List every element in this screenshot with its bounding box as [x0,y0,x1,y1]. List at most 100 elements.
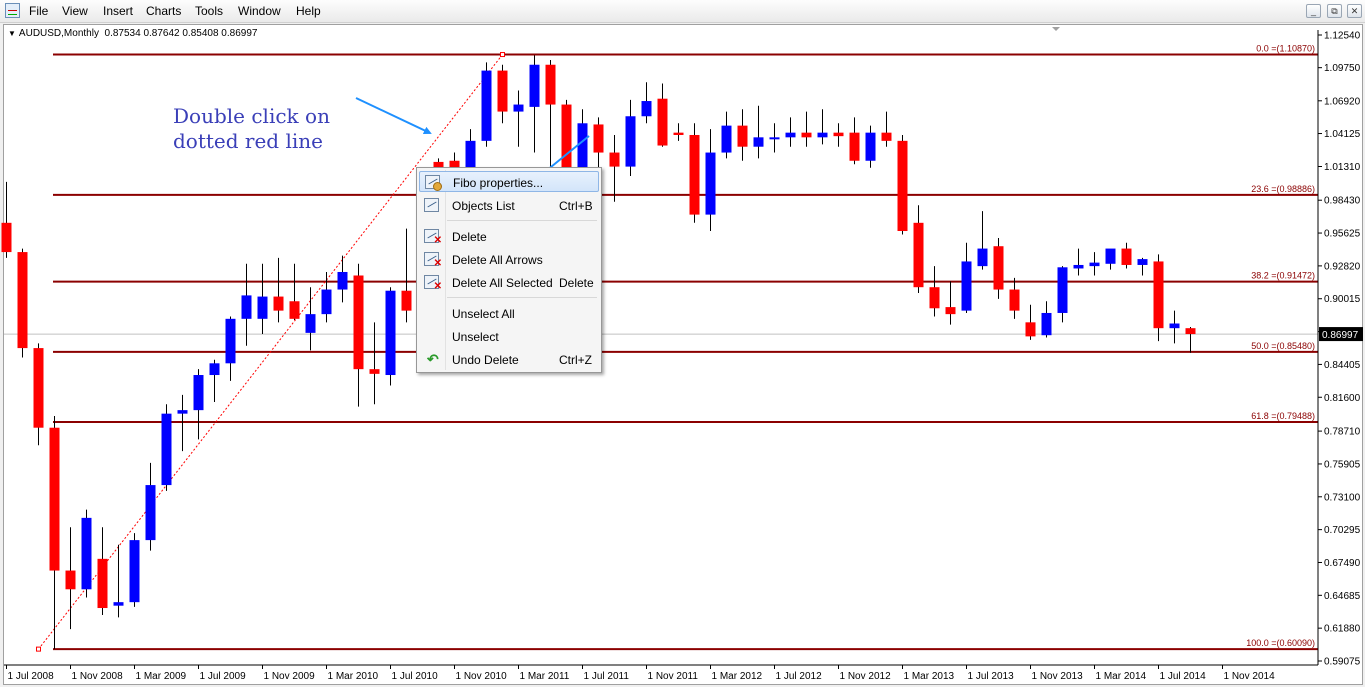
chart-shift-marker [1052,27,1060,31]
chart-header: ▼ AUDUSD,Monthly 0.87534 0.87642 0.85408 … [8,28,257,39]
bull-candle [113,602,124,606]
annotation-line-2: dotted red line [173,129,323,153]
delete-icon: ✕ [424,229,442,246]
time-tick-label: 1 Jul 2009 [200,671,247,682]
menu-item-fibo-properties[interactable]: Fibo properties... [419,171,599,192]
menu-item-delete-all-arrows[interactable]: ✕ Delete All Arrows [419,249,599,270]
price-tick-label: 1.06920 [1324,96,1361,107]
price-tick-label: 0.81600 [1324,393,1361,404]
bear-candle [897,140,908,232]
instruction-annotation: Double click on dotted red line [173,104,330,154]
bear-candle [497,70,508,112]
bull-candle [1105,248,1116,264]
fibo-level-label: 61.8 =(0.79488) [1251,411,1315,421]
bull-candle [193,375,204,411]
price-tick-label: 0.73100 [1324,492,1361,503]
bear-candle [1153,261,1164,329]
menu-item-label: Undo Delete [452,353,519,367]
price-tick-label: 0.90015 [1324,294,1361,305]
time-tick-label: 1 Nov 2013 [1032,671,1084,682]
bull-candle [337,271,348,290]
bear-candle [545,64,556,105]
context-menu: Fibo properties... Objects List Ctrl+B ✕… [416,167,602,373]
bull-candle [145,485,156,541]
fibo-properties-icon [425,175,442,191]
time-tick-label: 1 Nov 2008 [72,671,124,682]
fibo-level-label: 0.0 =(1.10870) [1256,44,1315,54]
bull-candle [257,296,268,319]
menu-item-unselect[interactable]: Unselect [419,326,599,347]
bear-candle [849,132,860,161]
menu-item-unselect-all[interactable]: Unselect All [419,303,599,324]
bear-candle [593,124,604,153]
bear-candle [1185,328,1196,335]
bull-candle [785,132,796,138]
bear-candle [401,290,412,311]
price-tick-label: 0.64685 [1324,591,1361,602]
bull-candle [1057,267,1068,313]
menu-item-label: Delete All Selected [452,276,553,290]
menu-item-objects-list[interactable]: Objects List Ctrl+B [419,195,599,216]
menu-item-label: Unselect All [452,307,515,321]
bull-candle [161,413,172,486]
price-tick-label: 0.78710 [1324,427,1361,438]
bull-candle [241,295,252,319]
bear-candle [1025,322,1036,337]
chart-symbol: AUDUSD,Monthly [18,28,99,39]
bear-candle [369,369,380,374]
menu-item-undo-delete[interactable]: ↶ Undo Delete Ctrl+Z [419,349,599,370]
bull-candle [961,261,972,311]
bull-candle [1089,262,1100,267]
delete-arrows-icon: ✕ [424,252,442,269]
bear-candle [737,125,748,147]
bear-candle [689,134,700,215]
bear-candle [993,246,1004,290]
menu-item-shortcut: Delete [559,276,594,290]
objects-list-icon [424,198,439,212]
delete-selected-icon: ✕ [424,275,442,292]
price-tick-label: 0.70295 [1324,525,1361,536]
menu-item-shortcut: Ctrl+B [559,199,593,213]
bull-candle [465,140,476,168]
bear-candle [49,427,60,571]
bear-candle [881,132,892,141]
bull-candle [1041,312,1052,336]
time-tick-label: 1 Nov 2010 [456,671,508,682]
bull-candle [1137,259,1148,265]
time-tick-label: 1 Jul 2013 [968,671,1015,682]
time-tick-label: 1 Nov 2011 [648,671,699,682]
bear-candle [353,275,364,370]
bull-candle [817,132,828,138]
price-tick-label: 0.75905 [1324,459,1361,470]
price-tick-label: 1.12540 [1324,31,1361,42]
bear-candle [801,132,812,138]
bear-candle [673,132,684,135]
menu-item-label: Objects List [452,199,515,213]
menu-item-delete[interactable]: ✕ Delete [419,226,599,247]
time-tick-label: 1 Nov 2009 [264,671,316,682]
bear-candle [17,252,28,349]
bear-candle [273,296,284,311]
menu-separator [447,297,597,298]
price-tick-label: 1.04125 [1324,129,1361,140]
menu-item-shortcut: Ctrl+Z [559,353,592,367]
price-tick-label: 1.09750 [1324,63,1361,74]
menu-item-label: Delete [452,230,487,244]
bull-candle [81,517,92,590]
price-tick-label: 0.67490 [1324,558,1361,569]
menu-item-label: Delete All Arrows [452,253,543,267]
bull-candle [305,314,316,333]
collapse-triangle-icon[interactable]: ▼ [8,29,16,38]
bear-candle [33,348,44,428]
trendline-anchor [36,646,41,652]
menu-item-delete-all-selected[interactable]: ✕ Delete All Selected Delete [419,272,599,293]
bear-candle [1121,248,1132,265]
time-tick-label: 1 Mar 2011 [520,671,570,682]
bull-candle [721,125,732,153]
price-tick-label: 1.01310 [1324,162,1361,173]
current-price-label: 0.86997 [1322,330,1359,341]
price-tick-label: 0.84405 [1324,360,1361,371]
bull-candle [225,318,236,364]
bull-candle [769,137,780,140]
time-tick-label: 1 Nov 2014 [1224,671,1276,682]
